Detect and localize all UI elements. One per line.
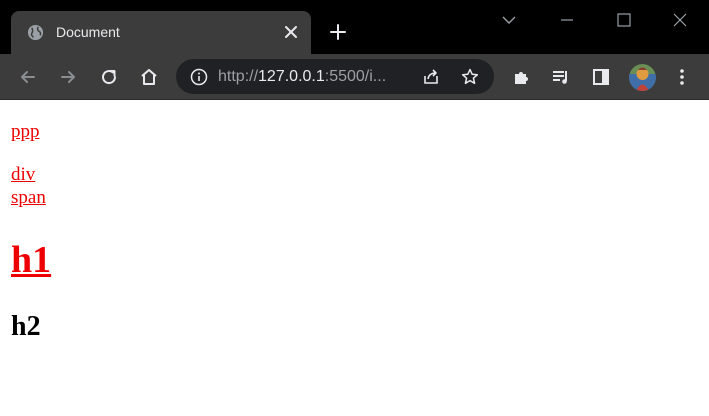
link-div[interactable]: div: [11, 163, 35, 187]
share-icon[interactable]: [421, 67, 441, 87]
globe-icon: [27, 24, 44, 41]
kebab-menu-icon: [680, 69, 684, 85]
maximize-icon[interactable]: [613, 9, 635, 31]
side-panel-button[interactable]: [589, 65, 613, 89]
reload-icon: [102, 70, 117, 85]
menu-button[interactable]: [670, 65, 694, 89]
browser-tab[interactable]: Document: [11, 11, 311, 54]
url-scheme: http://: [218, 68, 259, 85]
forward-button[interactable]: [56, 65, 80, 89]
media-queue-icon: [553, 71, 567, 84]
extensions-button[interactable]: [510, 65, 534, 89]
minimize-icon[interactable]: [556, 9, 578, 31]
link-ppp[interactable]: ppp: [11, 120, 40, 144]
plus-icon[interactable]: [329, 23, 347, 41]
home-button[interactable]: [137, 65, 161, 89]
extensions-puzzle-icon: [515, 72, 528, 84]
url-host: 127.0.0.1: [258, 68, 325, 85]
link-h1-heading[interactable]: h1: [11, 237, 51, 283]
info-icon[interactable]: [190, 68, 208, 86]
browser-toolbar: http://127.0.0.1:5500/i...: [0, 54, 709, 100]
profile-avatar[interactable]: [629, 64, 656, 91]
back-button[interactable]: [16, 65, 40, 89]
home-icon: [141, 69, 157, 85]
address-url[interactable]: http://127.0.0.1:5500/i...: [218, 67, 386, 86]
chevron-down-icon[interactable]: [498, 9, 520, 31]
media-queue-button[interactable]: [549, 65, 573, 89]
close-icon[interactable]: [283, 24, 299, 40]
link-span[interactable]: span: [11, 186, 46, 210]
star-icon[interactable]: [460, 67, 480, 87]
browser-title-bar: Document: [0, 0, 709, 54]
side-panel-icon: [593, 69, 609, 85]
page-content: ppp div span h1 h2: [0, 100, 709, 416]
forward-arrow-icon: [61, 71, 75, 83]
reload-button[interactable]: [97, 65, 121, 89]
back-arrow-icon: [21, 71, 35, 83]
url-path: :5500/i...: [324, 68, 387, 85]
h2-heading: h2: [11, 311, 41, 342]
close-icon[interactable]: [669, 9, 691, 31]
tab-title: Document: [56, 24, 120, 40]
address-bar[interactable]: http://127.0.0.1:5500/i...: [176, 59, 494, 94]
